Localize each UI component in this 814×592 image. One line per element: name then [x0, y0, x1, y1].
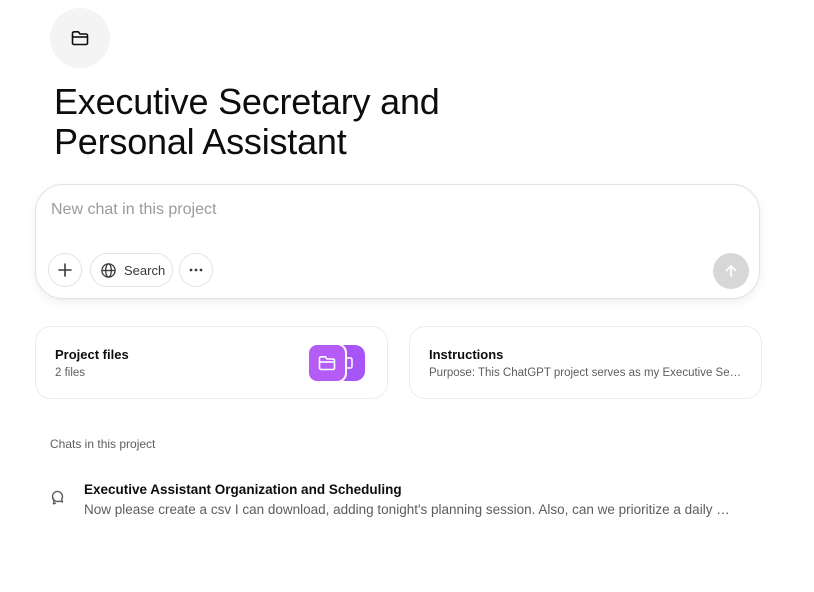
folder-icon [71, 31, 89, 46]
instructions-summary: Purpose: This ChatGPT project serves as … [429, 367, 743, 379]
folder-file-icon [307, 343, 347, 383]
chats-section-heading: Chats in this project [50, 437, 156, 451]
page-title: Executive Secretary and Personal Assista… [54, 81, 440, 162]
project-files-card[interactable]: Project files 2 files [35, 326, 388, 399]
chat-title: Executive Assistant Organization and Sch… [84, 482, 402, 497]
arrow-up-icon [725, 265, 737, 277]
project-files-title: Project files [55, 347, 129, 362]
project-page: Executive Secretary and Personal Assista… [0, 0, 814, 592]
plus-icon [58, 263, 72, 277]
new-chat-input[interactable] [51, 197, 691, 223]
chat-list-item[interactable]: Executive Assistant Organization and Sch… [45, 476, 765, 524]
instructions-title: Instructions [429, 347, 504, 362]
more-options-button[interactable] [179, 253, 213, 287]
chat-preview: Now please create a csv I can download, … [84, 502, 730, 517]
folder-icon [318, 356, 336, 371]
instructions-card[interactable]: Instructions Purpose: This ChatGPT proje… [409, 326, 762, 399]
ellipsis-icon [189, 268, 203, 272]
chat-bubbles-icon [51, 490, 64, 505]
new-chat-composer: Search [35, 184, 760, 299]
add-attachment-button[interactable] [48, 253, 82, 287]
globe-icon [101, 262, 116, 278]
search-button[interactable]: Search [90, 253, 173, 287]
project-folder-badge [50, 8, 110, 68]
project-files-count: 2 files [55, 367, 86, 379]
search-button-label: Search [124, 262, 166, 278]
file-stack-icon [307, 343, 369, 383]
send-button[interactable] [713, 253, 749, 289]
